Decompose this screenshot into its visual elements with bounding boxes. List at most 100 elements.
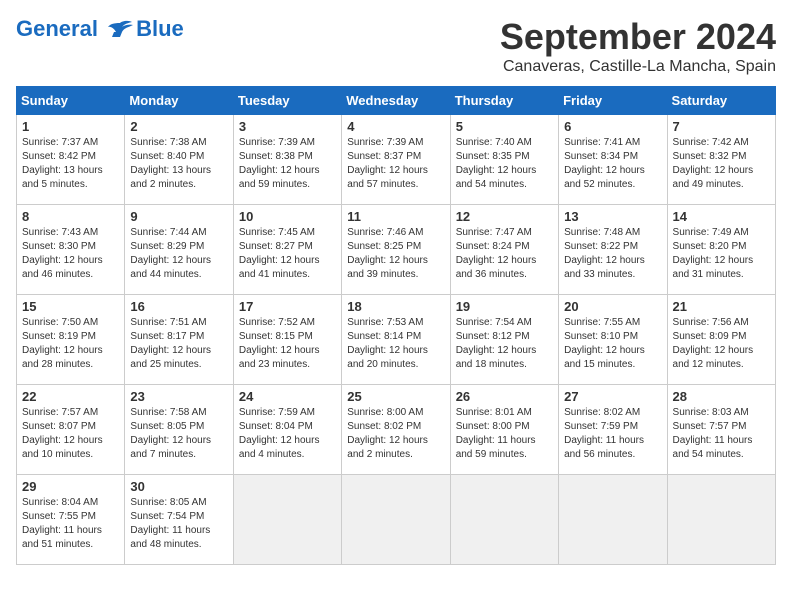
calendar-cell: 19 Sunrise: 7:54 AMSunset: 8:12 PMDayligh… — [450, 295, 558, 385]
day-number: 2 — [130, 119, 227, 134]
calendar-cell: 25 Sunrise: 8:00 AMSunset: 8:02 PMDayligh… — [342, 385, 450, 475]
day-number: 6 — [564, 119, 661, 134]
cell-info: Sunrise: 7:53 AMSunset: 8:14 PMDaylight:… — [347, 316, 444, 372]
day-number: 13 — [564, 209, 661, 224]
cell-info: Sunrise: 7:45 AMSunset: 8:27 PMDaylight:… — [239, 226, 336, 282]
page-header: General Blue September 2024 Canaveras, C… — [16, 16, 776, 76]
cell-info: Sunrise: 7:52 AMSunset: 8:15 PMDaylight:… — [239, 316, 336, 372]
calendar-cell: 30 Sunrise: 8:05 AMSunset: 7:54 PMDayligh… — [125, 475, 233, 565]
logo-bird-icon — [106, 19, 134, 41]
calendar-cell: 1 Sunrise: 7:37 AMSunset: 8:42 PMDaylight… — [17, 115, 125, 205]
calendar-cell: 10 Sunrise: 7:45 AMSunset: 8:27 PMDayligh… — [233, 205, 341, 295]
cell-info: Sunrise: 7:47 AMSunset: 8:24 PMDaylight:… — [456, 226, 553, 282]
calendar-cell: 29 Sunrise: 8:04 AMSunset: 7:55 PMDayligh… — [17, 475, 125, 565]
header-thursday: Thursday — [450, 87, 558, 115]
cell-info: Sunrise: 7:40 AMSunset: 8:35 PMDaylight:… — [456, 136, 553, 192]
cell-info: Sunrise: 7:49 AMSunset: 8:20 PMDaylight:… — [673, 226, 770, 282]
day-number: 20 — [564, 299, 661, 314]
calendar-cell: 27 Sunrise: 8:02 AMSunset: 7:59 PMDayligh… — [559, 385, 667, 475]
day-number: 27 — [564, 389, 661, 404]
calendar-cell: 15 Sunrise: 7:50 AMSunset: 8:19 PMDayligh… — [17, 295, 125, 385]
calendar-cell: 16 Sunrise: 7:51 AMSunset: 8:17 PMDayligh… — [125, 295, 233, 385]
cell-info: Sunrise: 7:44 AMSunset: 8:29 PMDaylight:… — [130, 226, 227, 282]
location-title: Canaveras, Castille-La Mancha, Spain — [500, 58, 776, 76]
cell-info: Sunrise: 7:37 AMSunset: 8:42 PMDaylight:… — [22, 136, 119, 192]
calendar-cell: 23Sunrise: 7:58 AMSunset: 8:05 PMDayligh… — [125, 385, 233, 475]
cell-info: Sunrise: 8:02 AMSunset: 7:59 PMDaylight:… — [564, 406, 661, 462]
cell-info: Sunrise: 7:57 AMSunset: 8:07 PMDaylight:… — [22, 406, 119, 462]
calendar-cell: 17 Sunrise: 7:52 AMSunset: 8:15 PMDayligh… — [233, 295, 341, 385]
month-title: September 2024 — [500, 16, 776, 58]
week-row-4: 29 Sunrise: 8:04 AMSunset: 7:55 PMDayligh… — [17, 475, 776, 565]
cell-info: Sunrise: 8:03 AMSunset: 7:57 PMDaylight:… — [673, 406, 770, 462]
cell-info: Sunrise: 7:39 AMSunset: 8:38 PMDaylight:… — [239, 136, 336, 192]
logo-text: General — [16, 17, 134, 41]
day-number: 16 — [130, 299, 227, 314]
calendar-cell — [342, 475, 450, 565]
logo-general: General — [16, 16, 98, 41]
day-number: 12 — [456, 209, 553, 224]
calendar-cell: 2 Sunrise: 7:38 AMSunset: 8:40 PMDaylight… — [125, 115, 233, 205]
header-tuesday: Tuesday — [233, 87, 341, 115]
calendar-cell: 12 Sunrise: 7:47 AMSunset: 8:24 PMDayligh… — [450, 205, 558, 295]
cell-info: Sunrise: 7:59 AMSunset: 8:04 PMDaylight:… — [239, 406, 336, 462]
cell-info: Sunrise: 7:50 AMSunset: 8:19 PMDaylight:… — [22, 316, 119, 372]
cell-info: Sunrise: 8:00 AMSunset: 8:02 PMDaylight:… — [347, 406, 444, 462]
day-number: 25 — [347, 389, 444, 404]
cell-info: Sunrise: 8:04 AMSunset: 7:55 PMDaylight:… — [22, 496, 119, 552]
cell-info: Sunrise: 7:51 AMSunset: 8:17 PMDaylight:… — [130, 316, 227, 372]
header-wednesday: Wednesday — [342, 87, 450, 115]
cell-info: Sunrise: 7:56 AMSunset: 8:09 PMDaylight:… — [673, 316, 770, 372]
week-row-3: 22Sunrise: 7:57 AMSunset: 8:07 PMDayligh… — [17, 385, 776, 475]
calendar-cell: 13 Sunrise: 7:48 AMSunset: 8:22 PMDayligh… — [559, 205, 667, 295]
calendar-cell: 11Sunrise: 7:46 AMSunset: 8:25 PMDayligh… — [342, 205, 450, 295]
day-number: 26 — [456, 389, 553, 404]
calendar-cell: 22Sunrise: 7:57 AMSunset: 8:07 PMDayligh… — [17, 385, 125, 475]
cell-info: Sunrise: 7:55 AMSunset: 8:10 PMDaylight:… — [564, 316, 661, 372]
day-number: 19 — [456, 299, 553, 314]
header-row: SundayMondayTuesdayWednesdayThursdayFrid… — [17, 87, 776, 115]
day-number: 24 — [239, 389, 336, 404]
calendar-cell: 9 Sunrise: 7:44 AMSunset: 8:29 PMDaylight… — [125, 205, 233, 295]
cell-info: Sunrise: 8:05 AMSunset: 7:54 PMDaylight:… — [130, 496, 227, 552]
week-row-2: 15 Sunrise: 7:50 AMSunset: 8:19 PMDayligh… — [17, 295, 776, 385]
calendar-cell: 21 Sunrise: 7:56 AMSunset: 8:09 PMDayligh… — [667, 295, 775, 385]
calendar-cell: 26 Sunrise: 8:01 AMSunset: 8:00 PMDayligh… — [450, 385, 558, 475]
calendar-cell: 6Sunrise: 7:41 AMSunset: 8:34 PMDaylight… — [559, 115, 667, 205]
title-area: September 2024 Canaveras, Castille-La Ma… — [500, 16, 776, 76]
day-number: 30 — [130, 479, 227, 494]
day-number: 28 — [673, 389, 770, 404]
cell-info: Sunrise: 7:46 AMSunset: 8:25 PMDaylight:… — [347, 226, 444, 282]
calendar-cell: 8Sunrise: 7:43 AMSunset: 8:30 PMDaylight… — [17, 205, 125, 295]
day-number: 14 — [673, 209, 770, 224]
day-number: 1 — [22, 119, 119, 134]
day-number: 9 — [130, 209, 227, 224]
calendar-cell: 3 Sunrise: 7:39 AMSunset: 8:38 PMDaylight… — [233, 115, 341, 205]
cell-info: Sunrise: 7:48 AMSunset: 8:22 PMDaylight:… — [564, 226, 661, 282]
day-number: 15 — [22, 299, 119, 314]
logo: General Blue — [16, 16, 184, 42]
header-friday: Friday — [559, 87, 667, 115]
day-number: 3 — [239, 119, 336, 134]
cell-info: Sunrise: 7:42 AMSunset: 8:32 PMDaylight:… — [673, 136, 770, 192]
header-sunday: Sunday — [17, 87, 125, 115]
week-row-1: 8Sunrise: 7:43 AMSunset: 8:30 PMDaylight… — [17, 205, 776, 295]
day-number: 21 — [673, 299, 770, 314]
day-number: 29 — [22, 479, 119, 494]
day-number: 17 — [239, 299, 336, 314]
cell-info: Sunrise: 7:54 AMSunset: 8:12 PMDaylight:… — [456, 316, 553, 372]
cell-info: Sunrise: 8:01 AMSunset: 8:00 PMDaylight:… — [456, 406, 553, 462]
calendar-cell — [450, 475, 558, 565]
cell-info: Sunrise: 7:38 AMSunset: 8:40 PMDaylight:… — [130, 136, 227, 192]
header-saturday: Saturday — [667, 87, 775, 115]
day-number: 7 — [673, 119, 770, 134]
calendar-cell: 24 Sunrise: 7:59 AMSunset: 8:04 PMDayligh… — [233, 385, 341, 475]
cell-info: Sunrise: 7:43 AMSunset: 8:30 PMDaylight:… — [22, 226, 119, 282]
day-number: 10 — [239, 209, 336, 224]
calendar-cell — [559, 475, 667, 565]
week-row-0: 1 Sunrise: 7:37 AMSunset: 8:42 PMDaylight… — [17, 115, 776, 205]
calendar-cell: 20 Sunrise: 7:55 AMSunset: 8:10 PMDayligh… — [559, 295, 667, 385]
calendar-table: SundayMondayTuesdayWednesdayThursdayFrid… — [16, 86, 776, 565]
day-number: 5 — [456, 119, 553, 134]
header-monday: Monday — [125, 87, 233, 115]
